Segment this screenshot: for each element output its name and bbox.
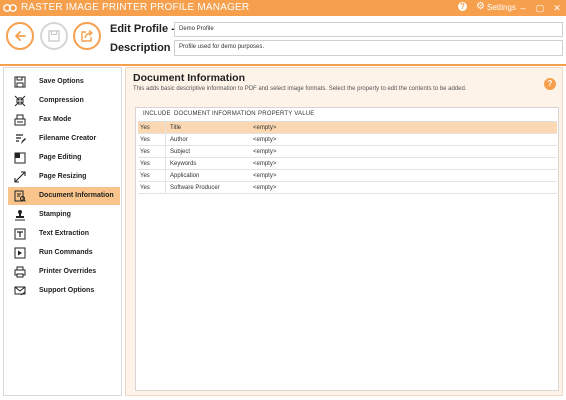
sidebar-item-printer-overrides[interactable]: Printer Overrides xyxy=(8,263,120,281)
include-cell: Yes xyxy=(140,185,150,191)
minimize-button[interactable]: – xyxy=(516,0,530,16)
cell-divider xyxy=(165,170,166,182)
info-cell: Subject xyxy=(170,149,191,155)
export-icon xyxy=(81,29,93,42)
settings-link[interactable]: Settings xyxy=(487,3,516,12)
table-row[interactable]: Yes Title <empty> xyxy=(138,122,557,134)
maximize-button[interactable]: ▢ xyxy=(533,0,547,16)
table-row[interactable]: Yes Subject <empty> xyxy=(138,146,557,158)
window-title: RASTER IMAGE PRINTER PROFILE MANAGER xyxy=(21,2,250,13)
cell-divider xyxy=(165,182,166,194)
value-cell: <empty> xyxy=(253,173,277,179)
back-button[interactable] xyxy=(6,22,34,50)
sidebar-item-document-information[interactable]: Document Information xyxy=(8,187,120,205)
sidebar-item-label: Fax Mode xyxy=(39,116,72,123)
sidebar-item-support-options[interactable]: Support Options xyxy=(8,282,120,300)
info-cell: Author xyxy=(170,137,188,143)
help-icon[interactable]: ? xyxy=(544,78,556,90)
document-information-panel: Document Information This adds basic des… xyxy=(125,67,563,396)
header-divider xyxy=(0,64,566,66)
page-title: Document Information xyxy=(133,72,245,84)
include-cell: Yes xyxy=(140,173,150,179)
title-bar: RASTER IMAGE PRINTER PROFILE MANAGER ? ⚙… xyxy=(0,0,566,16)
toolbar: Edit Profile - Description Demo Profile … xyxy=(0,16,566,64)
cell-divider xyxy=(165,122,166,134)
text-extract-icon xyxy=(14,228,26,240)
value-cell: <empty> xyxy=(253,137,277,143)
sidebar-item-label: Page Resizing xyxy=(39,173,87,180)
cell-divider xyxy=(165,134,166,146)
info-cell: Application xyxy=(170,173,200,179)
compress-icon xyxy=(14,95,26,107)
value-cell: <empty> xyxy=(253,149,277,155)
sidebar-item-page-editing[interactable]: Page Editing xyxy=(8,149,120,167)
sidebar-item-filename-creator[interactable]: Filename Creator xyxy=(8,130,120,148)
save-button[interactable] xyxy=(40,22,68,50)
column-header-include[interactable]: INCLUDE xyxy=(143,111,171,117)
sidebar-item-label: Printer Overrides xyxy=(39,268,97,275)
sidebar-item-page-resizing[interactable]: Page Resizing xyxy=(8,168,120,186)
sidebar-item-fax-mode[interactable]: Fax Mode xyxy=(8,111,120,129)
sidebar-item-label: Filename Creator xyxy=(39,135,97,142)
include-cell: Yes xyxy=(140,125,150,131)
profile-name-field[interactable]: Demo Profile xyxy=(174,22,563,37)
table-row[interactable]: Yes Author <empty> xyxy=(138,134,557,146)
sidebar-item-label: Text Extraction xyxy=(39,230,90,237)
value-cell: <empty> xyxy=(253,161,277,167)
profile-description-field[interactable]: Profile used for demo purposes. xyxy=(174,40,563,56)
stamp-icon xyxy=(15,210,25,221)
help-icon[interactable]: ? xyxy=(458,2,467,11)
value-cell: <empty> xyxy=(253,185,277,191)
back-arrow-icon xyxy=(15,31,26,41)
resize-icon xyxy=(14,171,26,183)
document-info-icon xyxy=(14,190,26,202)
include-cell: Yes xyxy=(140,161,150,167)
table-row[interactable]: Yes Application <empty> xyxy=(138,170,557,182)
sidebar-item-label: Document Information xyxy=(39,192,114,199)
sidebar-item-label: Save Options xyxy=(39,78,84,85)
close-button[interactable]: ✕ xyxy=(550,0,564,16)
export-button[interactable] xyxy=(73,22,101,50)
app-logo-icon xyxy=(3,4,17,12)
save-icon xyxy=(14,76,26,88)
run-icon xyxy=(14,247,26,259)
sidebar-item-label: Support Options xyxy=(39,287,95,294)
info-cell: Title xyxy=(170,125,182,131)
sidebar-item-text-extraction[interactable]: Text Extraction xyxy=(8,225,120,243)
sidebar-item-label: Stamping xyxy=(39,211,71,218)
sidebar-item-label: Run Commands xyxy=(39,249,93,256)
cell-divider xyxy=(165,158,166,170)
column-header-document-information[interactable]: DOCUMENT INFORMATION xyxy=(174,111,256,117)
table-row[interactable]: Yes Software Producer <empty> xyxy=(138,182,557,194)
value-cell: <empty> xyxy=(253,125,277,131)
table-row[interactable]: Yes Keywords <empty> xyxy=(138,158,557,170)
info-cell: Keywords xyxy=(170,161,197,167)
cell-divider xyxy=(165,146,166,158)
page-description: This adds basic descriptive information … xyxy=(133,86,467,92)
sidebar-item-run-commands[interactable]: Run Commands xyxy=(8,244,120,262)
include-cell: Yes xyxy=(140,137,150,143)
save-icon xyxy=(48,30,60,42)
sidebar-item-save-options[interactable]: Save Options xyxy=(8,73,120,91)
description-label: Description xyxy=(110,42,171,54)
page-edit-icon xyxy=(14,152,26,164)
sidebar: Save Options Compression Fax Mode Filena… xyxy=(3,67,122,396)
sidebar-item-stamping[interactable]: Stamping xyxy=(8,206,120,224)
document-info-table: INCLUDE DOCUMENT INFORMATION PROPERTY VA… xyxy=(135,107,559,391)
sidebar-item-label: Page Editing xyxy=(39,154,82,161)
info-cell: Software Producer xyxy=(170,185,220,191)
gear-icon[interactable]: ⚙ xyxy=(476,1,485,12)
column-header-property-value[interactable]: PROPERTY VALUE xyxy=(258,111,315,117)
sidebar-item-compression[interactable]: Compression xyxy=(8,92,120,110)
filename-icon xyxy=(16,134,26,144)
printer-icon xyxy=(14,266,26,278)
support-icon xyxy=(14,286,26,296)
edit-profile-label: Edit Profile - xyxy=(110,23,175,35)
include-cell: Yes xyxy=(140,149,150,155)
sidebar-item-label: Compression xyxy=(39,97,84,104)
fax-icon xyxy=(14,114,26,126)
